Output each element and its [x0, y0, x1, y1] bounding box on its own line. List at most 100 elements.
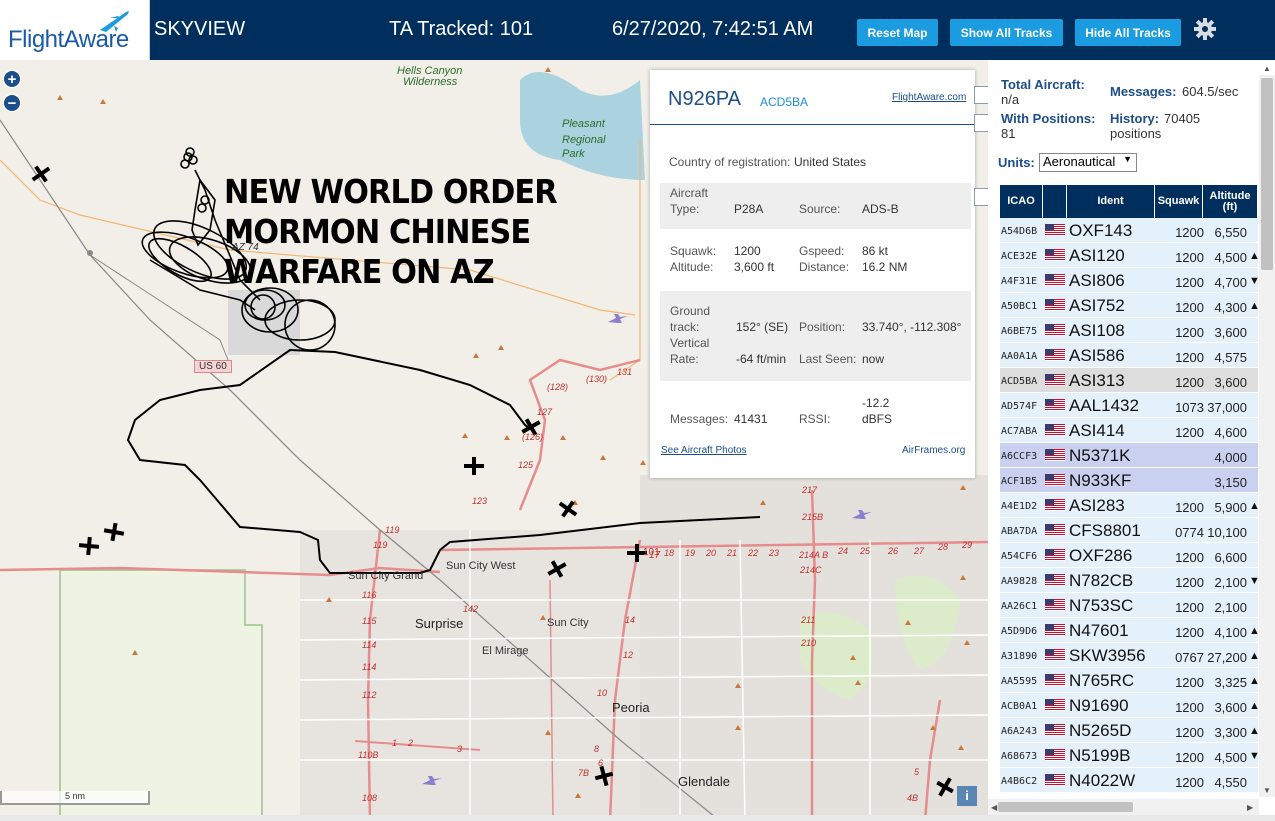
- table-row[interactable]: ACD5BA ASI313 1200 3,600: [1000, 368, 1258, 393]
- us-flag-icon: [1045, 449, 1065, 461]
- ground-track-label-2: track:: [670, 320, 700, 334]
- show-all-tracks-button[interactable]: Show All Tracks: [950, 19, 1063, 46]
- zoom-out-button[interactable]: −: [3, 94, 21, 112]
- table-cell-icao: AD574F: [1001, 401, 1038, 412]
- col-header-ident[interactable]: Ident: [1067, 185, 1155, 218]
- vertical-scroll-thumb[interactable]: [1261, 78, 1273, 270]
- scroll-down-icon[interactable]: ▼: [1263, 786, 1271, 795]
- table-row[interactable]: A5D9D6 N47601 1200 4,100 ▲: [1000, 618, 1260, 643]
- table-row[interactable]: A4E1D2 ASI283 1200 5,900 ▲: [1000, 493, 1260, 518]
- table-row[interactable]: AA9828 N782CB 1200 2,100 ▼: [1000, 568, 1260, 593]
- table-row[interactable]: A6CCF3 N5371K 4,000: [1000, 443, 1258, 468]
- us-flag-icon: [1045, 374, 1065, 386]
- aircraft-photos-link[interactable]: See Aircraft Photos: [661, 445, 747, 456]
- us-flag-icon: [1045, 749, 1065, 761]
- zoom-in-button[interactable]: +: [3, 70, 21, 88]
- table-row[interactable]: AD574F AAL1432 1073 37,000: [1000, 393, 1258, 418]
- info-button[interactable]: i: [957, 786, 977, 806]
- table-cell-ident: OXF143: [1069, 221, 1133, 240]
- gspeed-value: 86 kt: [862, 244, 889, 258]
- table-row[interactable]: AA26C1 N753SC 1200 2,100: [1000, 593, 1258, 618]
- col-header-icao[interactable]: ICAO: [1000, 185, 1043, 218]
- reset-map-button[interactable]: Reset Map: [857, 19, 938, 46]
- table-cell-ident: N782CB: [1069, 571, 1134, 590]
- table-row[interactable]: A4B6C2 N4022W 1200 4,550: [1000, 768, 1258, 793]
- us-flag-icon: [1045, 674, 1065, 686]
- road-label-12: 12: [623, 650, 634, 660]
- table-row[interactable]: A6BE75 ASI108 1200 3,600: [1000, 318, 1258, 343]
- us-flag-icon: [1045, 249, 1065, 261]
- table-row[interactable]: A31890 SKW3956 0767 27,200 ▲: [1000, 643, 1260, 668]
- table-cell-altitude: 4,600: [1214, 425, 1247, 440]
- place-sun-city-west: Sun City West: [446, 560, 516, 572]
- table-cell-icao: ACD5BA: [1001, 376, 1038, 387]
- table-cell-icao: AA5595: [1001, 676, 1038, 687]
- table-cell-squawk: 1200: [1175, 600, 1204, 615]
- last-seen-value: now: [862, 352, 885, 366]
- table-cell-squawk: 1200: [1175, 550, 1204, 565]
- table-cell-ident: ASI108: [1069, 321, 1125, 340]
- altitude-label: Altitude:: [670, 260, 714, 274]
- us-flag-icon: [1045, 224, 1065, 236]
- place-hells-canyon-2: Wilderness: [403, 76, 458, 88]
- horizontal-scroll-thumb[interactable]: [998, 802, 1133, 812]
- table-cell-altitude: 3,600: [1214, 325, 1247, 340]
- table-row[interactable]: AC7ABA ASI414 1200 4,600: [1000, 418, 1258, 443]
- road-label-22: 22: [748, 548, 759, 558]
- road-label-10: 10: [597, 688, 608, 698]
- col-header-flag[interactable]: [1043, 185, 1067, 218]
- hide-all-tracks-button[interactable]: Hide All Tracks: [1075, 19, 1181, 46]
- gear-icon[interactable]: [1193, 17, 1217, 41]
- road-label-6: 6: [598, 758, 604, 768]
- table-cell-squawk: 0767: [1175, 650, 1204, 665]
- table-cell-squawk: 1200: [1175, 625, 1204, 640]
- table-cell-squawk: 1200: [1175, 325, 1204, 340]
- table-cell-squawk: 1200: [1175, 250, 1204, 265]
- table-row[interactable]: ABA7DA CFS8801 0774 10,100: [1000, 518, 1258, 543]
- table-row[interactable]: A6A243 N5265D 1200 3,300 ▲: [1000, 718, 1260, 743]
- table-cell-altitude: 27,200: [1207, 650, 1247, 665]
- table-cell-icao: A5D9D6: [1001, 626, 1038, 637]
- road-label-142: 142: [463, 604, 479, 614]
- us-flag-icon: [1045, 474, 1065, 486]
- table-cell-ident: ASI313: [1069, 371, 1125, 390]
- col-header-squawk[interactable]: Squawk: [1155, 185, 1203, 218]
- road-label-214c: 214C: [800, 565, 822, 575]
- table-cell-altitude: 3,150: [1214, 475, 1247, 490]
- road-label-211: 211: [801, 615, 816, 625]
- road-label-110: 110B: [358, 750, 379, 760]
- position-value: 33.740°, -112.308°: [862, 320, 962, 334]
- table-row[interactable]: ACE32E ASI120 1200 4,500 ▲: [1000, 243, 1260, 268]
- airframes-link[interactable]: AirFrames.org: [902, 445, 965, 456]
- with-positions-label: With Positions:: [1001, 111, 1096, 126]
- scroll-right-icon[interactable]: ▶: [1247, 803, 1253, 812]
- table-row[interactable]: A54CF6 OXF286 1200 6,600: [1000, 543, 1258, 568]
- table-cell-squawk: 1200: [1175, 575, 1204, 590]
- units-select[interactable]: Aeronautical ▼: [1039, 153, 1137, 172]
- table-row[interactable]: A68673 N5199B 1200 4,500 ▼: [1000, 743, 1260, 768]
- table-cell-squawk: 1200: [1175, 350, 1204, 365]
- table-cell-icao: A50BC1: [1001, 301, 1038, 312]
- table-row[interactable]: AA5595 N765RC 1200 3,325 ▲: [1000, 668, 1260, 693]
- table-cell-squawk: 1200: [1175, 775, 1204, 790]
- flightaware-logo[interactable]: FlightAware: [0, 0, 150, 60]
- col-header-altitude[interactable]: Altitude (ft): [1203, 185, 1258, 218]
- overlay-line-3: WARFARE ON AZ: [224, 252, 495, 291]
- scroll-left-icon[interactable]: ◀: [991, 803, 997, 812]
- table-row[interactable]: ACB0A1 N91690 1200 3,600 ▲: [1000, 693, 1260, 718]
- table-row[interactable]: AA0A1A ASI586 1200 4,575: [1000, 343, 1258, 368]
- scroll-up-icon[interactable]: ▲: [1263, 64, 1271, 73]
- table-row[interactable]: ACF1B5 N933KF 3,150: [1000, 468, 1258, 493]
- table-row[interactable]: A50BC1 ASI752 1200 4,300 ▲: [1000, 293, 1260, 318]
- table-cell-icao: A4B6C2: [1001, 776, 1038, 787]
- road-label-27: 27: [914, 546, 925, 556]
- table-cell-icao: A54CF6: [1001, 551, 1038, 562]
- table-cell-ident: OXF286: [1069, 546, 1133, 565]
- us-flag-icon: [1045, 574, 1065, 586]
- table-row[interactable]: A4F31E ASI806 1200 4,700 ▼: [1000, 268, 1260, 293]
- road-label-131: 131: [617, 367, 633, 377]
- table-row[interactable]: A54D6B OXF143 1200 6,550: [1000, 218, 1258, 243]
- flightaware-link[interactable]: FlightAware.com: [892, 92, 966, 103]
- road-label-20: 20: [706, 548, 717, 558]
- app-title: SKYVIEW: [154, 18, 246, 40]
